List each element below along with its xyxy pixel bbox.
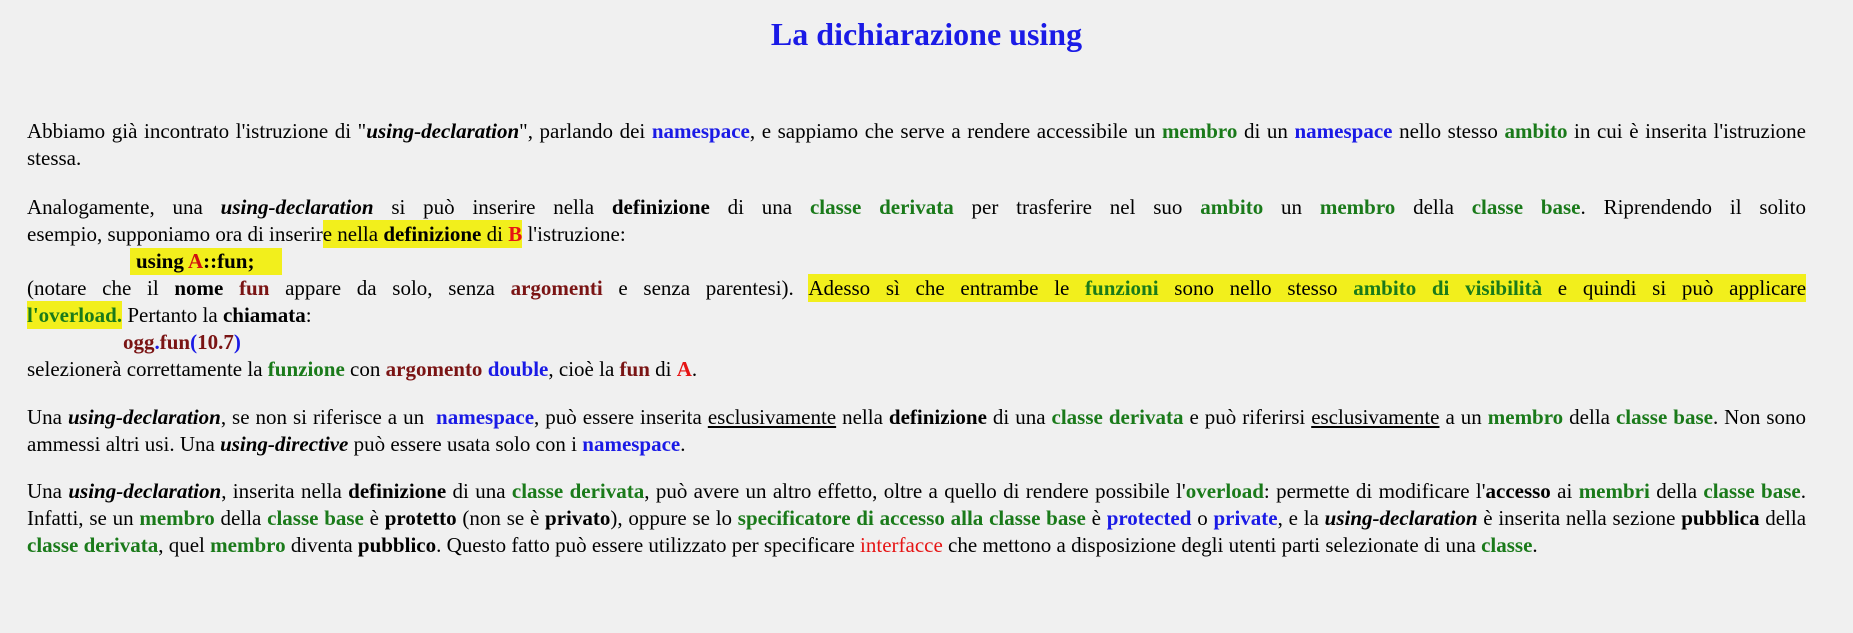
document-page: La dichiarazione using Abbiamo già incon… bbox=[0, 0, 1853, 633]
code-function-call: ogg.fun(10.7) bbox=[123, 330, 241, 354]
code-using-statement: using A::fun; bbox=[130, 248, 283, 275]
paragraph-overload: l'overload. Pertanto la chiamata: bbox=[27, 301, 312, 329]
paragraph-access-modification: Una using-declaration, inserita nella de… bbox=[27, 479, 1807, 557]
paragraph-analogamente: Analogamente, una using-declaration si p… bbox=[27, 195, 1807, 219]
highlight-mark: l'overload. bbox=[27, 301, 123, 329]
paragraph-esempio: esempio, supponiamo ora di inserire nell… bbox=[27, 220, 626, 248]
highlight-mark: e nella definizione di B bbox=[322, 220, 523, 248]
paragraph-using-declaration-rules: Una using-declaration, se non si riferis… bbox=[27, 405, 1807, 456]
highlight-mark: Adesso sì che entrambe le funzioni sono … bbox=[808, 274, 1807, 302]
paragraph-selezionera: selezionerà correttamente la funzione co… bbox=[27, 357, 698, 381]
page-title: La dichiarazione using bbox=[770, 16, 1083, 52]
paragraph-notare: (notare che il nome fun appare da solo, … bbox=[27, 274, 1807, 302]
paragraph-intro: Abbiamo già incontrato l'istruzione di "… bbox=[27, 119, 1806, 170]
